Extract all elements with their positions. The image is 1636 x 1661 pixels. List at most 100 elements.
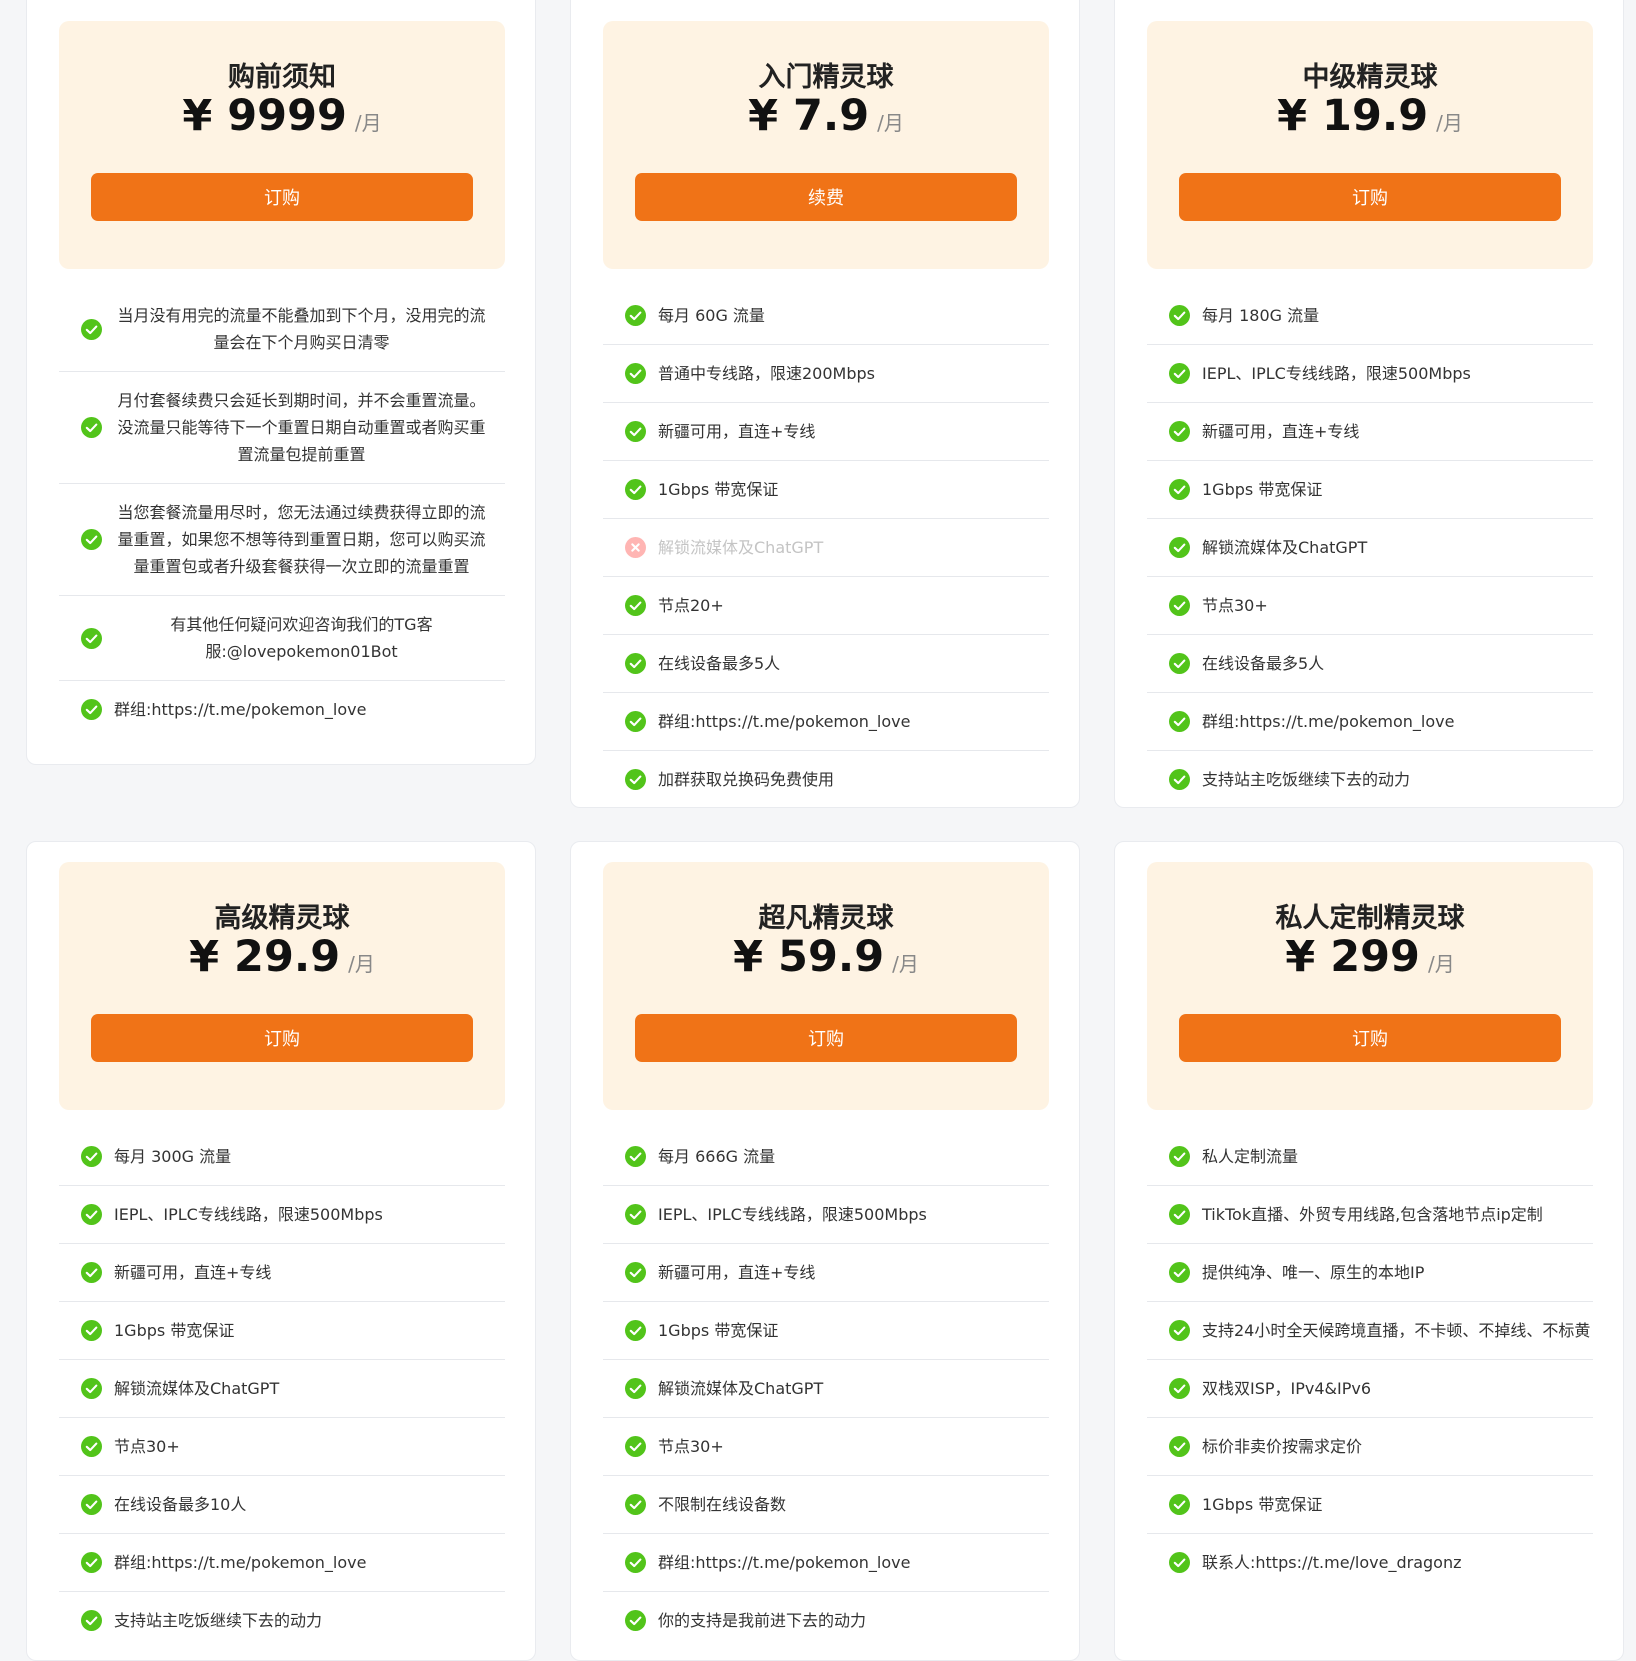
check-circle-icon <box>1169 1320 1190 1341</box>
price-unit: /月 <box>1436 111 1463 135</box>
close-circle-icon <box>625 537 646 558</box>
feature-text: 私人定制流量 <box>1202 1147 1299 1166</box>
plan-title: 超凡精灵球 <box>758 903 894 934</box>
plan-header: 私人定制精灵球 ¥ 299/月 订购 <box>1147 862 1593 1110</box>
check-circle-icon <box>81 1262 102 1283</box>
plan-card: 购前须知 ¥ 9999/月 订购 当月没有用完的流量不能叠加到下个月，没用完的流… <box>26 0 536 765</box>
currency-symbol: ¥ <box>733 932 764 982</box>
feature-text: 每月 666G 流量 <box>658 1147 776 1166</box>
price-row: ¥ 7.9/月 <box>603 91 1049 141</box>
feature-text: TikTok直播、外贸专用线路,包含落地节点ip定制 <box>1202 1205 1543 1224</box>
feature-item: 新疆可用，直连+专线 <box>603 403 1049 461</box>
check-circle-icon <box>1169 1262 1190 1283</box>
feature-text: 1Gbps 带宽保证 <box>1202 480 1323 499</box>
feature-text: 在线设备最多5人 <box>658 654 781 673</box>
price-amount: 299 <box>1330 932 1420 982</box>
check-circle-icon <box>81 1378 102 1399</box>
currency-symbol: ¥ <box>1277 91 1308 141</box>
plan-title: 高级精灵球 <box>214 903 350 934</box>
check-circle-icon <box>81 699 102 720</box>
price-row: ¥ 29.9/月 <box>59 932 505 982</box>
price-amount: 29.9 <box>234 932 341 982</box>
check-circle-icon <box>625 1146 646 1167</box>
price-unit: /月 <box>892 952 919 976</box>
feature-text: 群组:https://t.me/pokemon_love <box>1202 712 1455 731</box>
feature-item: 私人定制流量 <box>1147 1128 1593 1186</box>
price-unit: /月 <box>348 952 375 976</box>
feature-item: 1Gbps 带宽保证 <box>1147 1476 1593 1534</box>
check-circle-icon <box>625 1320 646 1341</box>
feature-text: 1Gbps 带宽保证 <box>658 480 779 499</box>
plan-card: 超凡精灵球 ¥ 59.9/月 订购 每月 666G 流量 IEPL、IPLC专线线… <box>570 841 1080 1661</box>
feature-text: 加群获取兑换码免费使用 <box>658 770 835 789</box>
feature-list: 每月 180G 流量 IEPL、IPLC专线线路，限速500Mbps 新疆可用，直连… <box>1147 287 1593 808</box>
feature-text: 提供纯净、唯一、原生的本地IP <box>1202 1263 1425 1282</box>
price-unit: /月 <box>354 111 382 135</box>
feature-text: 月付套餐续费只会延长到期时间，并不会重置流量。没流量只能等待下一个重置日期自动重… <box>117 391 486 464</box>
feature-item: 节点30+ <box>603 1418 1049 1476</box>
feature-item: 支持站主吃饭继续下去的动力 <box>1147 751 1593 808</box>
plan-title: 购前须知 <box>228 62 336 93</box>
feature-item: 解锁流媒体及ChatGPT <box>59 1360 505 1418</box>
feature-item: 群组:https://t.me/pokemon_love <box>603 1534 1049 1592</box>
feature-item: 你的支持是我前进下去的动力 <box>603 1592 1049 1649</box>
check-circle-icon <box>81 1610 102 1631</box>
check-circle-icon <box>1169 479 1190 500</box>
check-circle-icon <box>81 529 102 550</box>
feature-item: 提供纯净、唯一、原生的本地IP <box>1147 1244 1593 1302</box>
plan-title: 私人定制精灵球 <box>1275 903 1465 934</box>
feature-item: 在线设备最多5人 <box>1147 635 1593 693</box>
feature-text: 群组:https://t.me/pokemon_love <box>658 712 911 731</box>
order-button[interactable]: 订购 <box>91 173 473 221</box>
order-button[interactable]: 订购 <box>1179 173 1561 221</box>
feature-text: 群组:https://t.me/pokemon_love <box>114 700 367 719</box>
feature-text: 节点30+ <box>658 1437 724 1456</box>
check-circle-icon <box>625 1436 646 1457</box>
feature-item: 1Gbps 带宽保证 <box>59 1302 505 1360</box>
feature-text: 支持站主吃饭继续下去的动力 <box>114 1611 323 1630</box>
renew-button[interactable]: 续费 <box>635 173 1017 221</box>
feature-item: 当月没有用完的流量不能叠加到下个月，没用完的流量会在下个月购买日清零 <box>59 287 505 372</box>
check-circle-icon <box>1169 1494 1190 1515</box>
feature-item: 1Gbps 带宽保证 <box>603 1302 1049 1360</box>
feature-text: 解锁流媒体及ChatGPT <box>658 1379 824 1398</box>
feature-item: IEPL、IPLC专线线路，限速500Mbps <box>1147 345 1593 403</box>
feature-item: 加群获取兑换码免费使用 <box>603 751 1049 808</box>
feature-item: 普通中专线路，限速200Mbps <box>603 345 1049 403</box>
check-circle-icon <box>1169 595 1190 616</box>
order-button[interactable]: 订购 <box>91 1014 473 1062</box>
check-circle-icon <box>625 421 646 442</box>
feature-text: 1Gbps 带宽保证 <box>658 1321 779 1340</box>
feature-text: 群组:https://t.me/pokemon_love <box>658 1553 911 1572</box>
feature-text: 解锁流媒体及ChatGPT <box>114 1379 280 1398</box>
feature-text: 支持24小时全天候跨境直播，不卡顿、不掉线、不标黄 <box>1202 1321 1591 1340</box>
order-button[interactable]: 订购 <box>635 1014 1017 1062</box>
currency-symbol: ¥ <box>748 91 778 141</box>
feature-item: 新疆可用，直连+专线 <box>1147 403 1593 461</box>
plan-header: 购前须知 ¥ 9999/月 订购 <box>59 21 505 269</box>
check-circle-icon <box>1169 1146 1190 1167</box>
check-circle-icon <box>1169 1552 1190 1573</box>
plan-title: 中级精灵球 <box>1302 62 1438 93</box>
check-circle-icon <box>625 1552 646 1573</box>
plan-header: 入门精灵球 ¥ 7.9/月 续费 <box>603 21 1049 269</box>
feature-item: 不限制在线设备数 <box>603 1476 1049 1534</box>
plan-price: ¥ 9999 <box>182 91 347 141</box>
check-circle-icon <box>1169 537 1190 558</box>
price-unit: /月 <box>877 111 904 135</box>
feature-text: 在线设备最多5人 <box>1202 654 1325 673</box>
check-circle-icon <box>625 363 646 384</box>
feature-text: 群组:https://t.me/pokemon_love <box>114 1553 367 1572</box>
price-row: ¥ 9999/月 <box>59 91 505 141</box>
feature-item: 联系人:https://t.me/love_dragonz <box>1147 1534 1593 1591</box>
feature-text: 普通中专线路，限速200Mbps <box>658 364 875 383</box>
feature-text: IEPL、IPLC专线线路，限速500Mbps <box>1202 364 1471 383</box>
feature-item: 新疆可用，直连+专线 <box>603 1244 1049 1302</box>
feature-list: 当月没有用完的流量不能叠加到下个月，没用完的流量会在下个月购买日清零月付套餐续费… <box>59 287 505 738</box>
feature-item: 解锁流媒体及ChatGPT <box>1147 519 1593 577</box>
check-circle-icon <box>625 1610 646 1631</box>
order-button[interactable]: 订购 <box>1179 1014 1561 1062</box>
feature-item: TikTok直播、外贸专用线路,包含落地节点ip定制 <box>1147 1186 1593 1244</box>
feature-text: 在线设备最多10人 <box>114 1495 247 1514</box>
feature-text: 节点20+ <box>658 596 724 615</box>
